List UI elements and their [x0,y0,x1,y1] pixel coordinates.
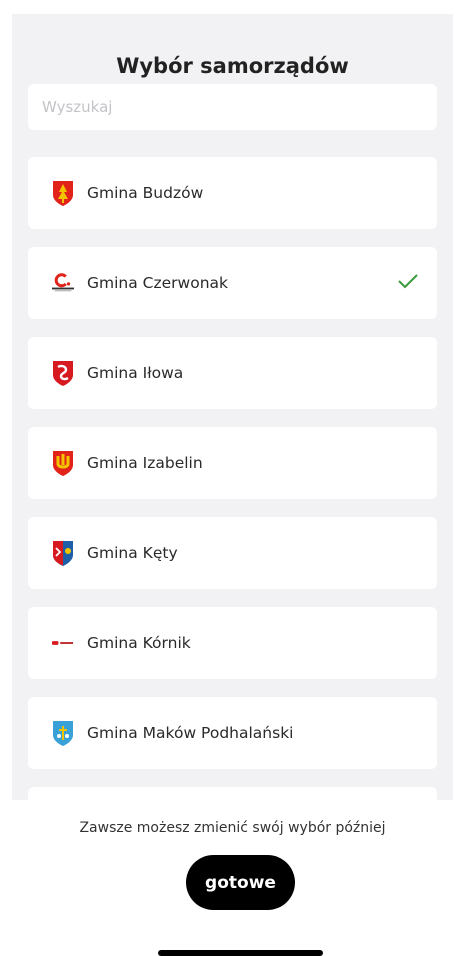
municipality-label: Gmina Maków Podhalański [87,724,294,742]
municipality-item-ilowa[interactable]: Gmina Iłowa [28,337,437,409]
municipality-item-kornik[interactable]: Gmina Kórnik [28,607,437,679]
izabelin-crest-icon [52,449,74,477]
selected-check-icon [397,273,419,293]
czerwonak-logo-icon [52,269,74,297]
done-button[interactable]: gotowe [186,855,295,910]
kety-crest-icon [52,539,74,567]
page-title: Wybór samorządów [116,54,349,78]
home-indicator [158,950,323,956]
kornik-logo-icon [52,629,74,657]
change-later-hint: Zawsze możesz zmienić swój wybór później [79,820,386,836]
municipality-label: Gmina Kórnik [87,634,191,652]
search-input[interactable] [28,84,437,130]
municipality-label: Gmina Czerwonak [87,274,228,292]
municipality-item-izabelin[interactable]: Gmina Izabelin [28,427,437,499]
municipality-item-budzow[interactable]: Gmina Budzów [28,157,437,229]
municipality-label: Gmina Izabelin [87,454,203,472]
ilowa-crest-icon [52,359,74,387]
makow-crest-icon [52,719,74,747]
municipality-item-makow-podhalanski[interactable]: Gmina Maków Podhalański [28,697,437,769]
municipality-label: Gmina Kęty [87,544,178,562]
municipality-list[interactable]: Gmina Budzów Gmina Czerwonak Gmina Iłowa… [28,157,437,800]
municipality-label: Gmina Budzów [87,184,204,202]
municipality-item-czerwonak[interactable]: Gmina Czerwonak [28,247,437,319]
budzow-crest-icon [52,179,74,207]
municipality-item-kety[interactable]: Gmina Kęty [28,517,437,589]
list-item[interactable] [28,787,437,800]
selection-sheet: Wybór samorządów Gmina Budzów [12,14,453,800]
municipality-label: Gmina Iłowa [87,364,184,382]
